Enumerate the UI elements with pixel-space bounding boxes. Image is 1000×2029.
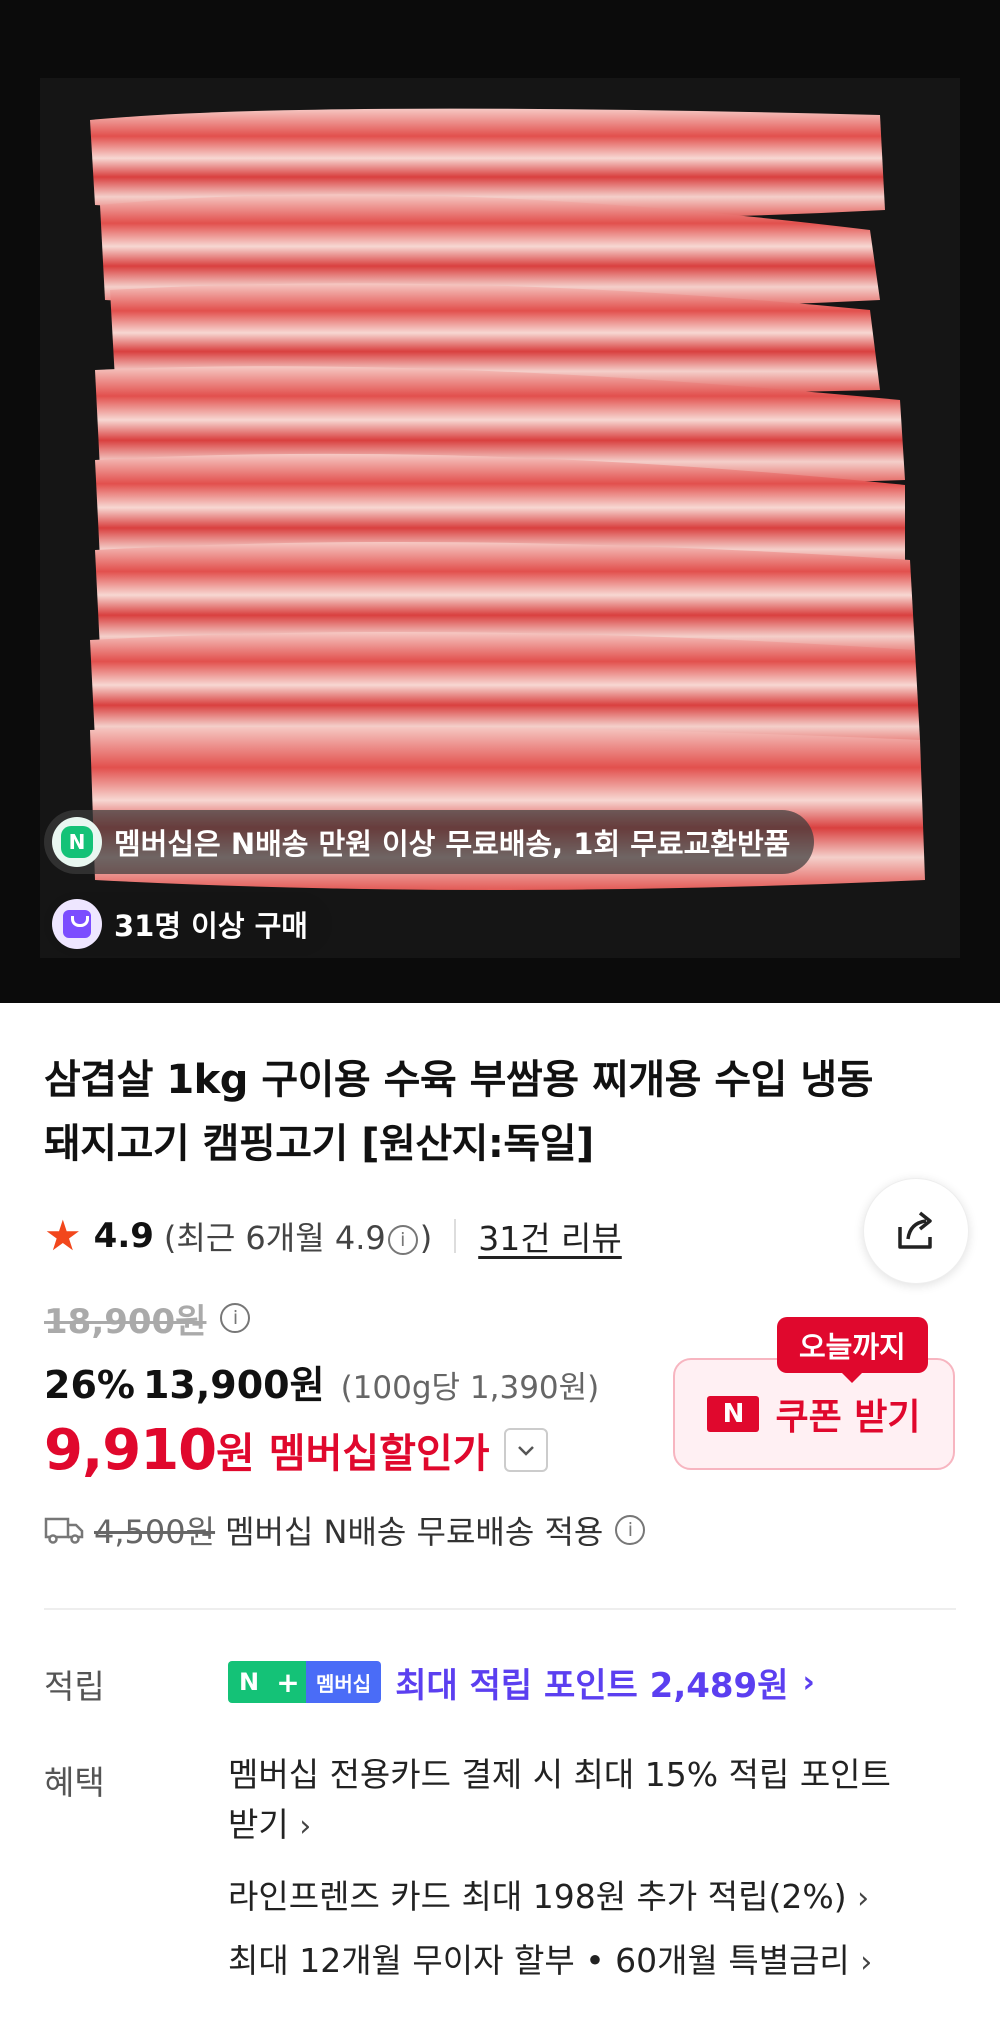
shopping-bag-icon: [52, 899, 102, 949]
chevron-down-icon[interactable]: [503, 1428, 548, 1472]
rating-recent-close: ): [419, 1219, 433, 1257]
membership-badge-text: 멤버십: [306, 1661, 382, 1703]
rating-recent: (최근 6개월 4.9 i): [164, 1213, 432, 1259]
info-icon[interactable]: i: [220, 1303, 251, 1333]
sale-price: 13,900원: [142, 1363, 325, 1407]
coupon-button[interactable]: N 쿠폰 받기: [673, 1358, 955, 1470]
star-icon: ★: [44, 1211, 82, 1260]
product-image[interactable]: N 멤버십은 N배송 만원 이상 무료배송, 1회 무료교환반품 31명 이상 …: [0, 0, 1000, 1003]
section-divider: [44, 1608, 956, 1610]
review-link[interactable]: 31건 리뷰: [478, 1212, 622, 1260]
share-icon: [898, 1211, 932, 1249]
chevron-right-icon: ›: [860, 1945, 873, 1980]
product-title: 삼겹살 1kg 구이용 수육 부쌈용 찌개용 수입 냉동 돼지고기 캠핑고기 […: [44, 1057, 873, 1167]
membership-shipping-text: 멤버십은 N배송 만원 이상 무료배송, 1회 무료교환반품: [114, 827, 791, 861]
benefit-text: 멤버십 전용카드 결제 시 최대 15% 적립 포인트 받기: [228, 1755, 891, 1844]
member-price-row[interactable]: 9,910 원 멤버십할인가: [44, 1414, 548, 1486]
buyers-count-pill: 31명 이상 구매: [44, 892, 332, 956]
original-price-row: 18,900원 i: [44, 1292, 252, 1344]
benefit-item[interactable]: 멤버십 전용카드 결제 시 최대 15% 적립 포인트 받기 ›: [228, 1750, 928, 1852]
original-price: 18,900원: [44, 1301, 207, 1342]
member-price: 9,910: [44, 1417, 217, 1483]
coupon-label: 쿠폰 받기: [775, 1397, 921, 1438]
membership-shipping-pill: N 멤버십은 N배송 만원 이상 무료배송, 1회 무료교환반품: [44, 810, 815, 874]
original-shipping-fee: 4,500원: [94, 1513, 216, 1551]
max-points-text: 최대 적립 포인트 2,489원: [395, 1665, 789, 1706]
discount-rate: 26%: [44, 1363, 135, 1407]
member-price-unit: 원: [216, 1428, 255, 1478]
points-row[interactable]: N + 멤버십 최대 적립 포인트 2,489원 ›: [228, 1654, 815, 1710]
chevron-right-icon: ›: [857, 1881, 870, 1916]
buyers-count-text: 31명 이상 구매: [114, 909, 308, 943]
price-row: 26% 13,900원 (100g당 1,390원): [44, 1354, 599, 1410]
membership-badge-plus: +: [270, 1661, 306, 1703]
info-icon[interactable]: i: [615, 1515, 646, 1545]
benefit-text: 최대 12개월 무이자 할부 • 60개월 특별금리: [228, 1941, 850, 1980]
rating-row: ★ 4.9 (최근 6개월 4.9 i) 31건 리뷰: [44, 1208, 622, 1264]
points-label: 적립: [44, 1667, 105, 1706]
rating-value: 4.9: [93, 1216, 154, 1256]
truck-icon: [44, 1517, 84, 1544]
chevron-right-icon: ›: [299, 1809, 312, 1844]
benefit-item[interactable]: 라인프렌즈 카드 최대 198원 추가 적립(2%) ›: [228, 1872, 928, 1924]
membership-badge: N + 멤버십: [228, 1661, 382, 1703]
benefits-label: 혜택: [44, 1763, 105, 1802]
unit-price: (100g당 1,390원): [340, 1370, 600, 1406]
benefit-text: 라인프렌즈 카드 최대 198원 추가 적립(2%): [228, 1877, 847, 1916]
share-button[interactable]: [863, 1178, 969, 1284]
info-icon[interactable]: i: [387, 1225, 418, 1255]
shipping-text: 멤버십 N배송 무료배송 적용: [225, 1513, 604, 1551]
chevron-right-icon: ›: [802, 1664, 815, 1700]
naver-n-icon: N: [707, 1396, 760, 1432]
membership-badge-n: N: [228, 1661, 270, 1703]
coupon-deadline-tag: 오늘까지: [777, 1317, 928, 1383]
benefit-item[interactable]: 최대 12개월 무이자 할부 • 60개월 특별금리 ›: [228, 1936, 928, 1988]
divider: [454, 1219, 457, 1253]
shipping-row: 4,500원 멤버십 N배송 무료배송 적용 i: [44, 1504, 647, 1556]
rating-recent-text: (최근 6개월 4.9: [163, 1219, 386, 1257]
member-price-label: 멤버십할인가: [268, 1431, 490, 1477]
naver-delivery-icon: N: [52, 817, 102, 867]
